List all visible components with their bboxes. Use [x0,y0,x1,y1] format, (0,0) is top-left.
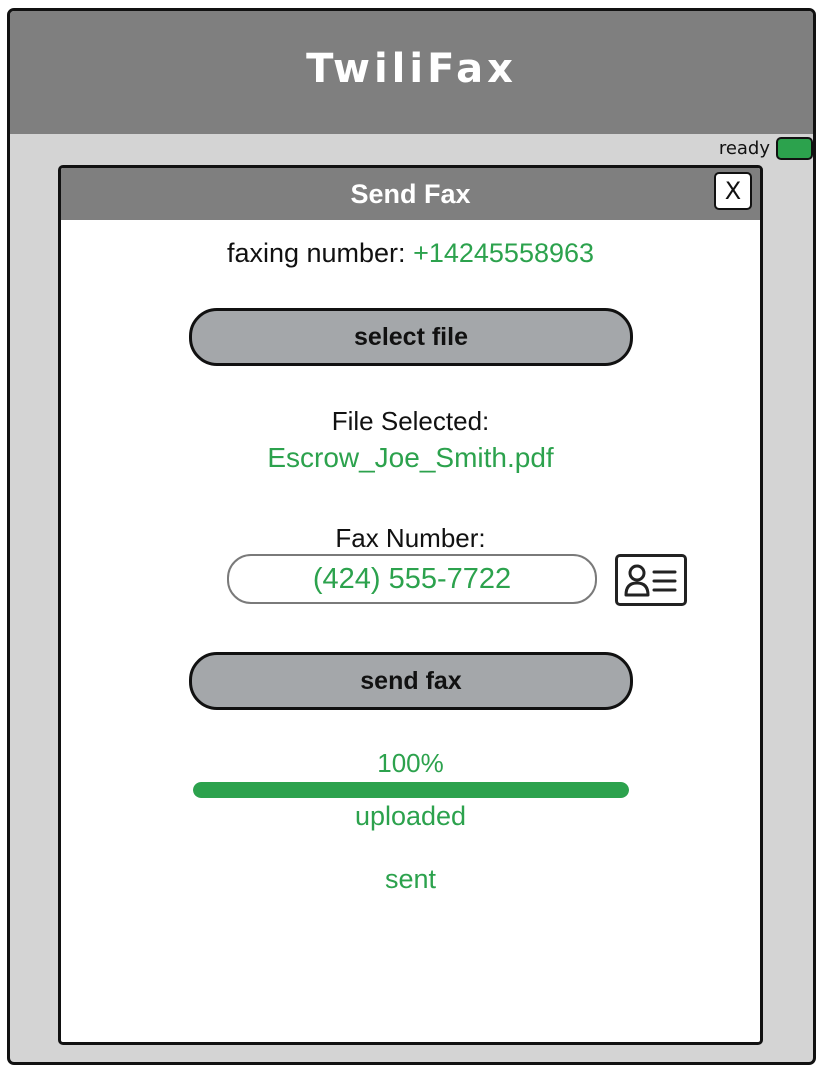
faxing-number-label: faxing number: [226,238,406,268]
app-title: TwiliFax [306,45,517,92]
file-selected-label: File Selected: [331,406,490,436]
send-fax-button[interactable]: send fax [189,652,633,710]
upload-status: uploaded [354,801,467,831]
close-button[interactable]: X [714,172,752,210]
upload-progress-bar [193,782,629,798]
fax-number-input[interactable] [227,554,597,604]
send-fax-dialog: Send Fax X faxing number: +14245558963 s… [58,165,763,1045]
selected-file-name: Escrow_Joe_Smith.pdf [267,442,554,473]
faxing-number-line: faxing number: +14245558963 [61,238,760,269]
status-light [776,137,813,160]
dialog-header: Send Fax X [61,168,760,220]
status-text: ready [718,138,770,159]
contact-card-icon [624,564,677,597]
app-window: TwiliFax ready Send Fax X faxing number:… [7,8,816,1065]
select-file-button[interactable]: select file [189,308,633,366]
app-header: TwiliFax [10,11,813,134]
progress-fill [193,782,629,798]
fax-number-label: Fax Number: [335,523,486,553]
progress-percent: 100% [377,748,444,778]
dialog-title: Send Fax [350,178,471,209]
status-indicator: ready [719,137,813,160]
send-status: sent [384,864,437,894]
faxing-number-value: +14245558963 [413,238,595,268]
contacts-button[interactable] [615,554,687,606]
